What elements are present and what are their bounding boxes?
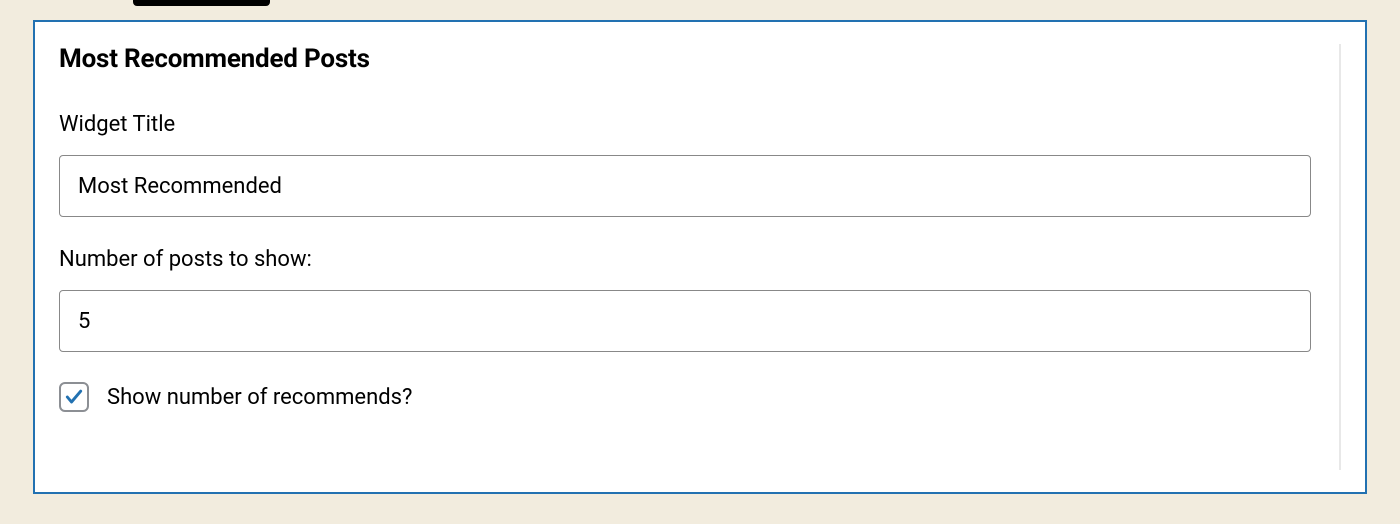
widget-title-field: Widget Title [59, 112, 1311, 217]
show-recommends-checkbox[interactable] [59, 382, 89, 412]
active-tab-indicator [133, 0, 270, 6]
widget-settings-panel: Most Recommended Posts Widget Title Numb… [33, 20, 1367, 494]
show-recommends-label[interactable]: Show number of recommends? [107, 385, 412, 410]
show-recommends-field: Show number of recommends? [59, 382, 1311, 412]
checkmark-icon [64, 387, 84, 407]
panel-divider [1339, 44, 1341, 470]
panel-heading: Most Recommended Posts [59, 44, 1311, 74]
posts-count-label: Number of posts to show: [59, 247, 1311, 272]
widget-title-label: Widget Title [59, 112, 1311, 137]
posts-count-field: Number of posts to show: [59, 247, 1311, 352]
widget-title-input[interactable] [59, 155, 1311, 217]
posts-count-input[interactable] [59, 290, 1311, 352]
